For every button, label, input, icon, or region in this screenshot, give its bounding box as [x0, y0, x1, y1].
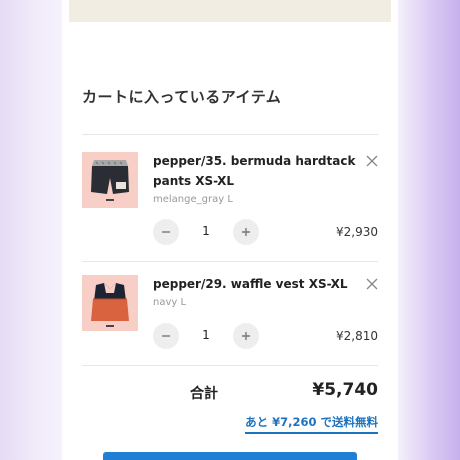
shorts-photo [82, 152, 138, 208]
item-price: ¥2,810 [336, 329, 378, 343]
decrease-quantity-button[interactable] [153, 323, 179, 349]
top-banner [69, 0, 391, 22]
checkout-button[interactable] [103, 452, 357, 460]
plus-icon [242, 228, 250, 236]
divider [82, 261, 378, 262]
total-value: ¥5,740 [312, 380, 378, 400]
item-variant: melange_gray L [153, 194, 233, 205]
remove-item-button[interactable] [364, 276, 380, 292]
item-thumbnail[interactable] [82, 152, 138, 208]
decrease-quantity-button[interactable] [153, 219, 179, 245]
item-name[interactable]: pepper/35. bermuda hardtack pants XS-XL [153, 151, 358, 191]
cart-title: カートに入っているアイテム [82, 88, 282, 106]
plus-icon [242, 332, 250, 340]
increase-quantity-button[interactable] [233, 219, 259, 245]
quantity-value: 1 [202, 328, 210, 342]
remove-item-button[interactable] [364, 153, 380, 169]
total-label: 合計 [190, 386, 218, 402]
divider [82, 365, 378, 366]
vest-photo [82, 275, 138, 331]
divider [82, 134, 378, 135]
close-icon [366, 155, 378, 167]
free-shipping-link[interactable]: あと ¥7,260 で送料無料 [245, 414, 378, 434]
minus-icon [162, 231, 170, 233]
quantity-value: 1 [202, 224, 210, 238]
item-variant: navy L [153, 297, 187, 308]
increase-quantity-button[interactable] [233, 323, 259, 349]
item-name[interactable]: pepper/29. waffle vest XS-XL [153, 274, 358, 294]
minus-icon [162, 335, 170, 337]
item-thumbnail[interactable] [82, 275, 138, 331]
item-price: ¥2,930 [336, 225, 378, 239]
close-icon [366, 278, 378, 290]
